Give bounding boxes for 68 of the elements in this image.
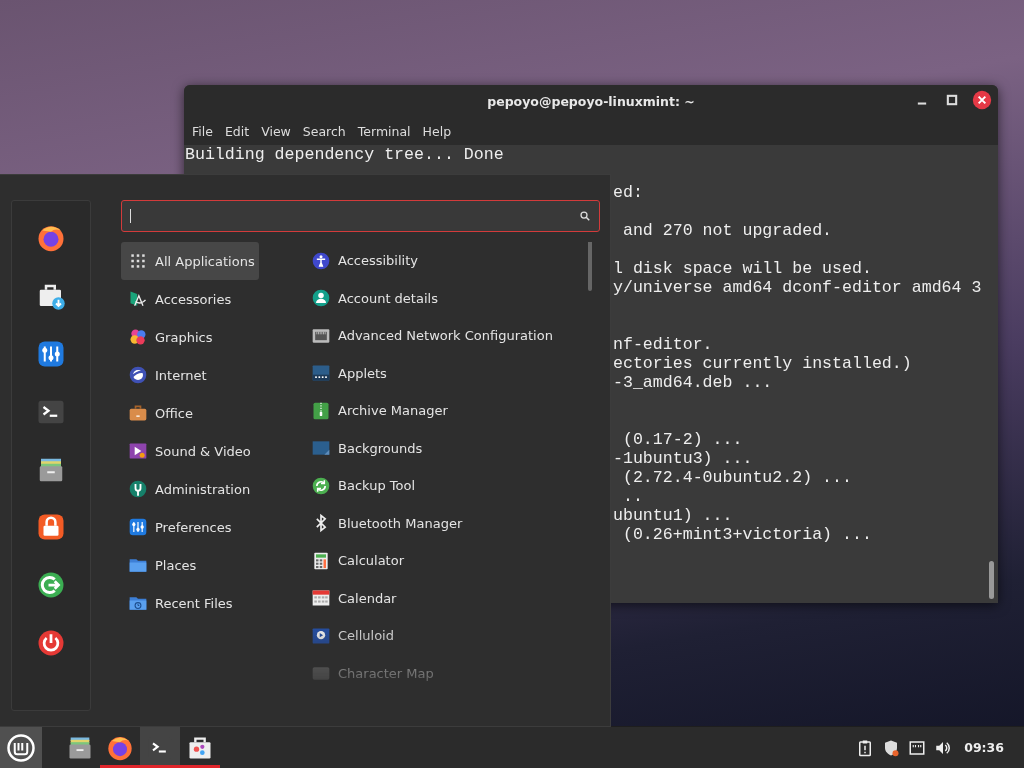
scrollbar-thumb[interactable]	[989, 561, 994, 599]
window-title: pepoyo@pepoyo-linuxmint: ~	[487, 93, 695, 109]
calculator-icon	[311, 550, 331, 571]
terminal-line: y/universe amd64 dconf-editor amd64 3	[613, 278, 982, 297]
menu-item[interactable]: Search	[296, 123, 352, 139]
terminal-line: Building dependency tree... Done	[185, 145, 504, 164]
app-item[interactable]: Backup Tool	[304, 467, 600, 505]
category-item[interactable]: Office	[121, 394, 259, 432]
app-item[interactable]: Archive Manager	[304, 392, 600, 430]
category-item[interactable]: Recent Files	[121, 584, 259, 622]
app-item[interactable]: Advanced Network Configuration	[304, 317, 600, 355]
terminal-line: ubuntu1) ...	[613, 506, 733, 525]
logo-icon	[6, 732, 36, 763]
terminal-line: ed:	[613, 183, 643, 202]
menu-item[interactable]: Terminal	[351, 123, 417, 139]
terminal-line: ..	[621, 487, 643, 506]
terminal-line: (2.72.4-0ubuntu2.2) ...	[621, 468, 852, 487]
category-item[interactable]: Graphics	[121, 318, 259, 356]
category-item[interactable]: Internet	[121, 356, 259, 394]
briefcase-icon	[128, 403, 148, 423]
terminal-line: (0.17-2) ...	[621, 430, 743, 449]
app-item[interactable]: Applets	[304, 354, 600, 392]
clock[interactable]: 09:36	[964, 740, 1004, 755]
menu-item[interactable]: View	[255, 123, 297, 139]
category-item[interactable]: Administration	[121, 470, 259, 508]
app-item[interactable]: Bluetooth Manager	[304, 504, 600, 542]
globe-icon	[128, 365, 148, 385]
app-item[interactable]: Calculator	[304, 542, 600, 580]
search-field[interactable]	[121, 200, 600, 232]
category-item[interactable]: Places	[121, 546, 259, 584]
calendar-icon	[311, 588, 331, 609]
close-icon[interactable]	[972, 90, 992, 110]
lock-icon[interactable]	[36, 512, 66, 543]
drafting-icon	[128, 289, 148, 309]
category-item[interactable]: Accessories	[121, 280, 259, 318]
sliders-icon	[128, 517, 148, 537]
category-item[interactable]: All Applications	[121, 242, 259, 280]
sync-icon	[311, 475, 331, 496]
app-item[interactable]: Calendar	[304, 579, 600, 617]
zip-icon	[311, 400, 331, 421]
terminal-line: l disk space will be used.	[613, 259, 872, 278]
category-item[interactable]: Preferences	[121, 508, 259, 546]
menu-item[interactable]: Help	[416, 123, 458, 139]
start-menu-button[interactable]	[0, 727, 42, 768]
user-icon	[311, 288, 331, 309]
terminal-line: (0.26+mint3+victoria) ...	[621, 525, 872, 544]
shield-icon[interactable]	[882, 738, 901, 757]
browser-icon[interactable]	[36, 223, 66, 253]
terminal-line: and 270 not upgraded.	[621, 221, 833, 240]
terminal-line: nf-editor.	[613, 335, 713, 354]
app-item[interactable]: Backgrounds	[304, 429, 600, 467]
app-item[interactable]: Accessibility	[304, 242, 600, 280]
scrollbar-thumb[interactable]	[588, 242, 592, 291]
terminal-line: -1ubuntu3) ...	[613, 449, 753, 468]
petals-icon	[128, 327, 148, 347]
grid-icon	[128, 251, 148, 271]
person-icon	[311, 250, 331, 271]
menu-item[interactable]: Edit	[218, 123, 256, 139]
category-item[interactable]: Sound & Video	[121, 432, 259, 470]
terminal-line: -3_amd64.deb ...	[613, 373, 773, 392]
panel-icon	[311, 363, 331, 384]
terminal-line: ectories currently installed.)	[613, 354, 912, 373]
network-icon[interactable]	[908, 738, 927, 757]
app-item[interactable]: Celluloid	[304, 617, 600, 655]
menu-item[interactable]: File	[186, 123, 219, 139]
media-icon	[128, 441, 148, 461]
search-icon[interactable]	[579, 210, 591, 222]
app-item[interactable]: Account details	[304, 279, 600, 317]
